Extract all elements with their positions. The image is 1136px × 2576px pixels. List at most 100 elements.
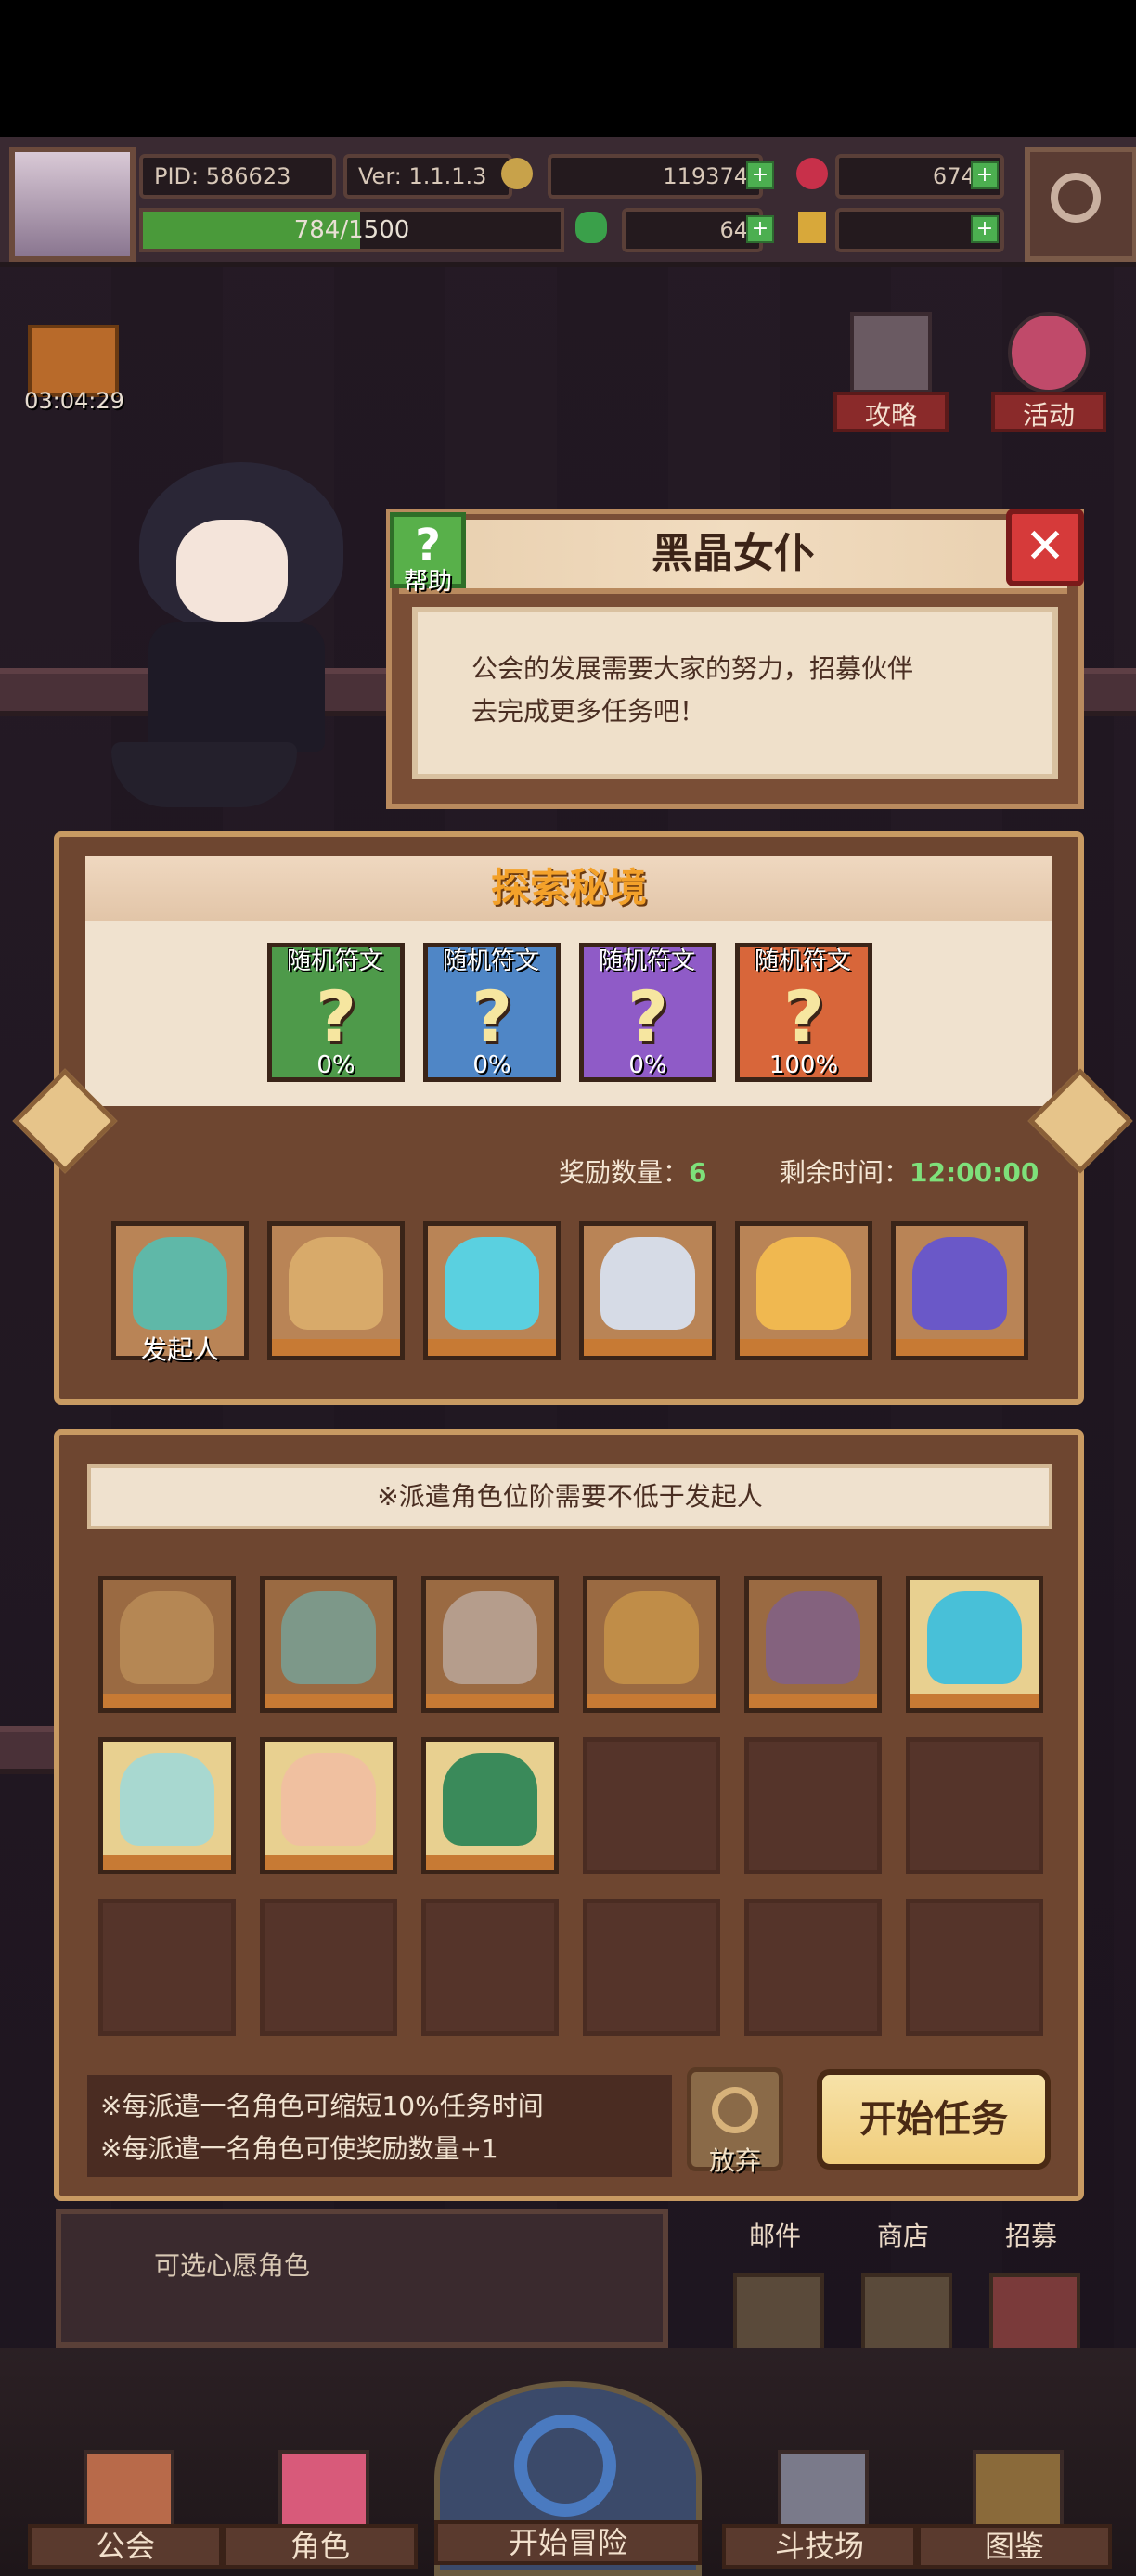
add-gem-button[interactable]: + [971, 161, 999, 189]
roster-slot[interactable] [421, 1576, 559, 1713]
dialog-titlebar: 黑晶女仆 [399, 520, 1067, 594]
gold-amount: 119374 [548, 154, 763, 199]
roster-slot[interactable] [98, 1576, 236, 1713]
top-bar: PID: 586623 Ver: 1.1.1.3 119374 + 6740 +… [0, 137, 1136, 267]
nav-arena-label: 斗技场 [722, 2524, 917, 2569]
nav-arena[interactable]: 斗技场 [722, 2450, 917, 2569]
rune-label: 随机符文 [442, 947, 539, 975]
give-up-button[interactable]: 放弃 [687, 2067, 783, 2176]
roster-slot-empty[interactable] [98, 1899, 236, 2036]
gift-icon[interactable] [28, 325, 119, 397]
nav-guild[interactable]: 公会 [28, 2450, 223, 2569]
recruit-label[interactable]: 招募 [980, 2216, 1082, 2253]
slot-base [103, 1694, 231, 1708]
team-slot[interactable] [579, 1221, 716, 1360]
start-mission-button[interactable]: 开始任务 [817, 2069, 1051, 2170]
rune-label: 随机符文 [598, 947, 695, 975]
roster-slot-empty[interactable] [744, 1899, 882, 2036]
close-icon: ✕ [1025, 519, 1065, 574]
rune-card-purple[interactable]: 随机符文 ? 0% [579, 943, 716, 1082]
roster-slot-empty[interactable] [906, 1899, 1043, 2036]
time-label: 剩余时间： [780, 1157, 910, 1188]
roster-slot[interactable] [906, 1576, 1043, 1713]
character-portrait [443, 1753, 537, 1846]
rune-area [85, 921, 1052, 1106]
activity-button[interactable]: 活动 [991, 312, 1106, 432]
remaining-time: 剩余时间：12:00:00 [780, 1153, 1039, 1190]
nav-adventure-label[interactable]: 开始冒险 [434, 2520, 702, 2565]
add-clover-button[interactable]: + [746, 215, 774, 243]
character-portrait [927, 1591, 1022, 1684]
roster-slot[interactable] [583, 1576, 720, 1713]
mail-label[interactable]: 邮件 [724, 2216, 826, 2253]
add-gold-button[interactable]: + [746, 161, 774, 189]
book-icon [973, 2450, 1064, 2531]
exp-text: 784/1500 [293, 216, 410, 244]
player-avatar[interactable] [9, 147, 136, 262]
roster-slot-empty[interactable] [421, 1899, 559, 2036]
wish-label: 可选心愿角色 [154, 2250, 311, 2281]
roster-slot[interactable] [421, 1737, 559, 1874]
question-icon: ? [315, 975, 357, 1058]
slot-base [426, 1855, 554, 1870]
trophy-icon[interactable] [733, 2273, 824, 2355]
swords-icon [778, 2450, 869, 2531]
dialog-line-2: 去完成更多任务吧！ [471, 696, 706, 727]
rune-card-orange[interactable]: 随机符文 ? 100% [735, 943, 872, 1082]
add-key-button[interactable]: + [971, 215, 999, 243]
slot-base [749, 1694, 877, 1708]
reward-value: 6 [689, 1157, 707, 1188]
dispatch-tips: ※每派遣一名角色可缩短10%任务时间 ※每派遣一名角色可使奖励数量+1 [87, 2075, 672, 2177]
character-portrait [120, 1753, 214, 1846]
question-icon: ? [471, 975, 513, 1058]
slot-base [584, 1339, 712, 1356]
speaker-icon[interactable] [861, 2273, 952, 2355]
roster-slot[interactable] [260, 1576, 397, 1713]
slot-base [265, 1694, 393, 1708]
character-portrait [289, 1237, 383, 1330]
bag-icon[interactable] [989, 2273, 1080, 2355]
character-portrait [912, 1237, 1007, 1330]
team-slot[interactable] [891, 1221, 1028, 1360]
rune-card-blue[interactable]: 随机符文 ? 0% [423, 943, 561, 1082]
refresh-icon [712, 2087, 758, 2133]
team-slot[interactable] [423, 1221, 561, 1360]
npc-dialog: 黑晶女仆 公会的发展需要大家的努力，招募伙伴 去完成更多任务吧！ [386, 509, 1084, 809]
roster-slot[interactable] [98, 1737, 236, 1874]
reward-count: 奖励数量：6 [559, 1153, 707, 1190]
close-button[interactable]: ✕ [1006, 509, 1084, 586]
wish-banner[interactable]: 可选心愿角色 [56, 2209, 668, 2348]
character-portrait [604, 1591, 699, 1684]
slot-base [103, 1855, 231, 1870]
shop-label[interactable]: 商店 [852, 2216, 954, 2253]
roster-slot[interactable] [744, 1576, 882, 1713]
give-up-label: 放弃 [708, 2145, 761, 2176]
slot-base [428, 1339, 556, 1356]
character-icon [278, 2450, 369, 2531]
key-icon [798, 212, 826, 243]
time-value: 12:00:00 [910, 1157, 1039, 1188]
roster-slot-empty[interactable] [260, 1899, 397, 2036]
maid-character-skirt [111, 742, 297, 807]
nav-character-label: 角色 [223, 2524, 418, 2569]
roster-slot-empty[interactable] [583, 1899, 720, 2036]
gear-icon [1051, 173, 1101, 223]
dispatch-requirement-note: ※派遣角色位阶需要不低于发起人 [87, 1464, 1052, 1529]
clover-icon [575, 212, 607, 243]
rune-card-green[interactable]: 随机符文 ? 0% [267, 943, 405, 1082]
team-slot-initiator[interactable]: 发起人 [111, 1221, 249, 1365]
team-slot[interactable] [735, 1221, 872, 1360]
guide-button[interactable]: 攻略 [833, 312, 949, 432]
nav-character[interactable]: 角色 [223, 2450, 418, 2569]
roster-slot-empty[interactable] [744, 1737, 882, 1874]
slot-base [272, 1339, 400, 1356]
nav-codex[interactable]: 图鉴 [917, 2450, 1112, 2569]
dialog-line-1: 公会的发展需要大家的努力，招募伙伴 [471, 653, 914, 684]
roster-slot[interactable] [260, 1737, 397, 1874]
roster-slot-empty[interactable] [906, 1737, 1043, 1874]
roster-slot-empty[interactable] [583, 1737, 720, 1874]
settings-button[interactable] [1025, 147, 1136, 262]
team-slot[interactable] [267, 1221, 405, 1360]
slot-base [740, 1339, 868, 1356]
exp-bar: 784/1500 [139, 208, 564, 252]
